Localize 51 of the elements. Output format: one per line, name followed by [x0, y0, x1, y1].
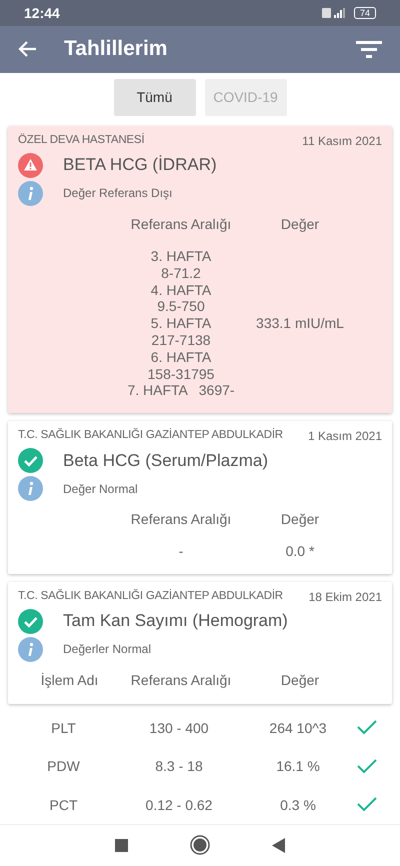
result-note: Değer Referans Dışı — [63, 186, 172, 200]
back-nav-button[interactable] — [272, 838, 285, 853]
signal-icon — [322, 6, 348, 19]
home-button[interactable] — [190, 835, 210, 856]
back-button[interactable] — [18, 39, 38, 60]
result-value: 16.1 % — [275, 757, 321, 776]
result-value: 0.3 % — [279, 796, 317, 816]
filter-button[interactable] — [356, 39, 382, 60]
battery-level: 74 — [354, 6, 376, 19]
info-icon — [18, 476, 43, 502]
result-date: 1 Kasım 2021 — [308, 429, 382, 444]
reference-range: 8.3 - 18 — [154, 757, 204, 776]
info-icon — [18, 180, 43, 206]
check-circle-icon — [18, 608, 43, 634]
status-time: 12:44 — [24, 4, 60, 21]
reference-range: 3. HAFTA 8-71.2 4. HAFTA 9.5-750 5. HAFTA 217-7138 6. HAFTA 158-31795 7. HAFTA 3697- — [126, 246, 236, 400]
result-value: 0.0 * — [284, 542, 316, 562]
test-name: PLT — [50, 718, 77, 738]
result-value: 333.1 mIU/mL — [255, 314, 345, 334]
filter-tab[interactable]: Tümü — [114, 78, 196, 116]
test-title: Beta HCG (Serum/Plazma) — [63, 450, 268, 471]
column-header: Referans Aralığı — [130, 510, 232, 530]
page-title: Tahlillerim — [64, 37, 168, 62]
test-name: PCT — [48, 796, 78, 816]
test-title: Tam Kan Sayımı (Hemogram) — [63, 611, 288, 632]
reference-range: 0.12 - 0.62 — [144, 796, 214, 816]
column-header: Değer — [280, 670, 320, 690]
column-header: İşlem Adı — [40, 670, 100, 690]
result-date: 11 Kasım 2021 — [302, 134, 382, 148]
result-note: Değer Normal — [63, 482, 138, 496]
test-title: BETA HCG (İDRAR) — [63, 155, 217, 176]
hospital-name: T.C. SAĞLIK BAKANLIĞI GAZİANTEP ABDULKADİR — [18, 429, 283, 444]
column-header: Referans Aralığı — [130, 670, 232, 690]
column-header: Değer — [280, 214, 320, 234]
info-icon — [18, 636, 43, 662]
recents-button[interactable] — [115, 838, 128, 852]
check-circle-icon — [18, 448, 43, 474]
test-name: PDW — [46, 757, 81, 776]
result-card[interactable]: ÖZEL DEVA HASTANESİ 11 Kasım 2021 BETA HCG (İDRAR) Değer Referans Dışı Referans Aralığı Değer 3. HAFTA 8-71.2 4. HAFTA 9.5-750 5. HAFTA 217-7138 6. HAFTA 158-31795 7. HAFTA 3697- 333.1 mIU/mL — [8, 126, 392, 414]
reference-range: 130 - 400 — [148, 718, 210, 738]
hospital-name: ÖZEL DEVA HASTANESİ — [18, 134, 144, 148]
warning-icon — [18, 152, 43, 178]
column-header: Değer — [280, 510, 320, 530]
column-header: Referans Aralığı — [130, 214, 232, 234]
result-note: Değerler Normal — [63, 642, 152, 656]
result-date: 18 Ekim 2021 — [308, 590, 382, 604]
result-card[interactable]: T.C. SAĞLIK BAKANLIĞI GAZİANTEP ABDULKADİR 1 Kasım 2021 Beta HCG (Serum/Plazma) Değer Normal Referans Aralığı Değer - 0.0 * — [8, 421, 392, 574]
hospital-name: T.C. SAĞLIK BAKANLIĞI GAZİANTEP ABDULKADİR — [18, 590, 283, 604]
result-value: 264 10^3 — [268, 718, 328, 738]
result-card[interactable]: T.C. SAĞLIK BAKANLIĞI GAZİANTEP ABDULKADİR 18 Ekim 2021 Tam Kan Sayımı (Hemogram) Değerler Normal İşlem Adı Referans Aralığı Değer — [8, 582, 392, 704]
reference-range: - — [178, 542, 184, 562]
